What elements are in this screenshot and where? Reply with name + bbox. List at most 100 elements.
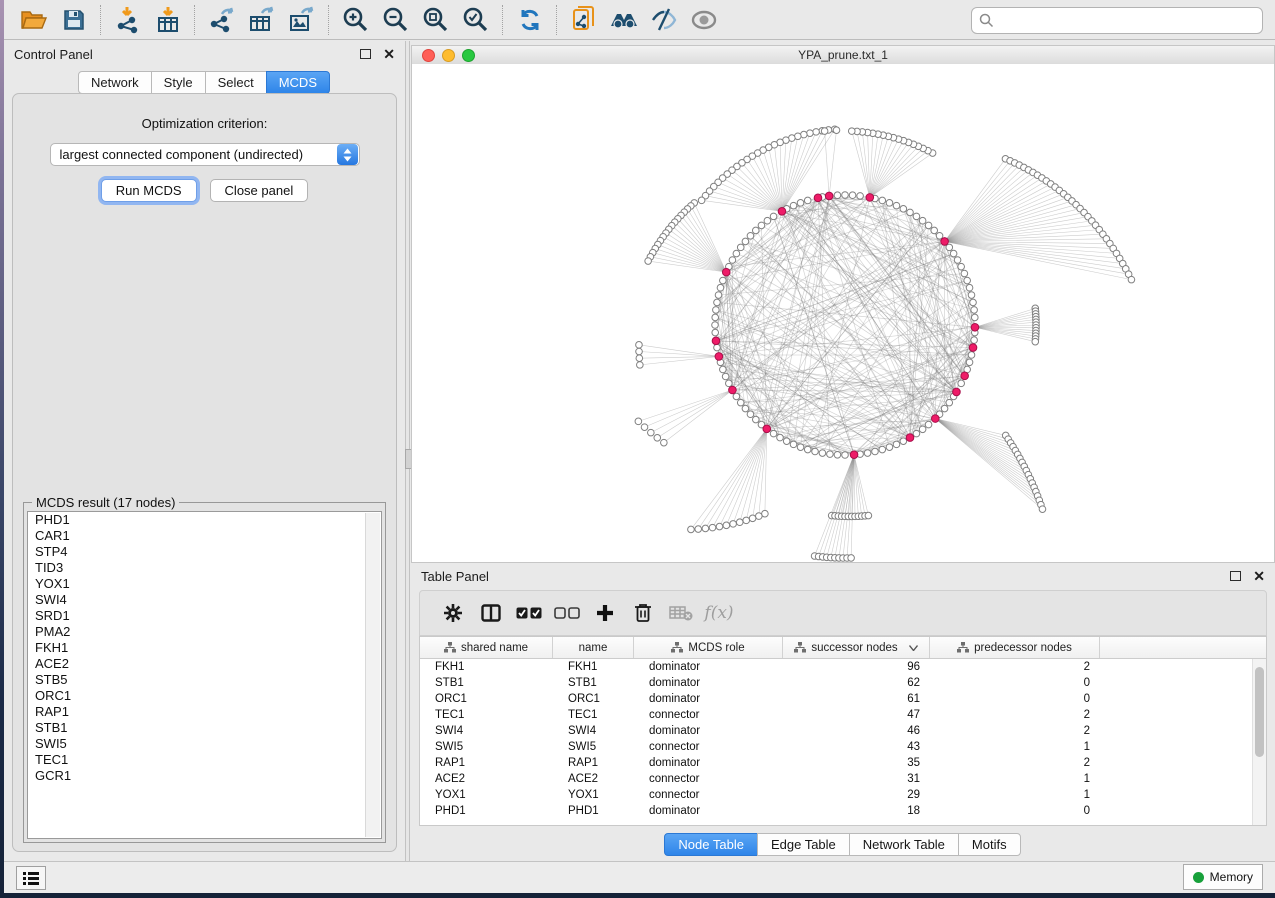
cell-predecessor-nodes: 1 [930, 771, 1100, 787]
table-row[interactable]: YOX1YOX1connector291 [420, 787, 1266, 803]
refresh-icon[interactable] [510, 4, 550, 36]
toolbar-separator [502, 5, 504, 35]
network-window-titlebar[interactable]: YPA_prune.txt_1 [412, 46, 1274, 65]
mcds-result-item[interactable]: TID3 [28, 560, 381, 576]
show-all-icon[interactable] [684, 4, 724, 36]
zoom-out-icon[interactable] [376, 4, 416, 36]
mcds-result-item[interactable]: RAP1 [28, 704, 381, 720]
delete-column-icon[interactable] [624, 598, 662, 628]
column-header-successor-nodes[interactable]: successor nodes [783, 637, 930, 658]
mcds-result-list[interactable]: PHD1CAR1STP4TID3YOX1SWI4SRD1PMA2FKH1ACE2… [27, 511, 382, 839]
mcds-result-item[interactable]: ORC1 [28, 688, 381, 704]
tab-network-table[interactable]: Network Table [849, 833, 959, 856]
tab-select[interactable]: Select [205, 71, 267, 94]
list-icon [23, 872, 39, 885]
table-row[interactable]: PHD1PHD1dominator180 [420, 803, 1266, 819]
cell-shared-name: STB1 [420, 675, 553, 691]
mcds-result-item[interactable]: STP4 [28, 544, 381, 560]
table-row[interactable]: SWI5SWI5connector431 [420, 739, 1266, 755]
column-header-predecessor-nodes[interactable]: predecessor nodes [930, 637, 1100, 658]
table-toolbar: f(x) [419, 590, 1267, 636]
mcds-result-item[interactable]: PMA2 [28, 624, 381, 640]
control-panel-header: Control Panel ✕ [4, 41, 405, 67]
zoom-fit-icon[interactable] [416, 4, 456, 36]
cell-predecessor-nodes: 2 [930, 659, 1100, 675]
panel-divider[interactable] [405, 41, 410, 862]
cell-successor-nodes: 96 [783, 659, 930, 675]
tab-mcds[interactable]: MCDS [266, 71, 330, 94]
save-session-icon[interactable] [54, 4, 94, 36]
export-network-icon[interactable] [202, 4, 242, 36]
mcds-result-item[interactable]: CAR1 [28, 528, 381, 544]
export-image-icon[interactable] [282, 4, 322, 36]
float-window-icon[interactable] [1230, 571, 1241, 581]
mcds-result-item[interactable]: SRD1 [28, 608, 381, 624]
scrollbar-thumb[interactable] [1255, 667, 1264, 757]
zoom-in-icon[interactable] [336, 4, 376, 36]
close-panel-button[interactable]: Close panel [210, 179, 309, 202]
cell-name: SWI5 [553, 739, 634, 755]
zoom-selected-icon[interactable] [456, 4, 496, 36]
import-table-icon[interactable] [148, 4, 188, 36]
column-header-name[interactable]: name [553, 637, 634, 658]
column-label: MCDS role [688, 642, 744, 654]
hide-selected-icon[interactable] [644, 4, 684, 36]
mcds-result-item[interactable]: STB5 [28, 672, 381, 688]
deselect-all-icon[interactable] [548, 598, 586, 628]
add-column-icon[interactable] [586, 598, 624, 628]
column-header-MCDS-role[interactable]: MCDS role [634, 637, 783, 658]
cell-successor-nodes: 47 [783, 707, 930, 723]
float-window-icon[interactable] [360, 49, 371, 59]
tree-icon [957, 642, 969, 653]
table-settings-gear-icon[interactable] [434, 598, 472, 628]
import-network-icon[interactable] [108, 4, 148, 36]
open-file-icon[interactable] [14, 4, 54, 36]
mcds-result-item[interactable]: PHD1 [28, 512, 381, 528]
tree-icon [444, 642, 456, 653]
table-row[interactable]: RAP1RAP1dominator352 [420, 755, 1266, 771]
table-row[interactable]: SWI4SWI4dominator462 [420, 723, 1266, 739]
mcds-result-item[interactable]: YOX1 [28, 576, 381, 592]
function-builder-icon[interactable]: f(x) [700, 598, 738, 628]
close-icon[interactable]: ✕ [1253, 571, 1265, 581]
mcds-result-item[interactable]: STB1 [28, 720, 381, 736]
optimization-criterion-select[interactable]: largest connected component (undirected) [50, 143, 360, 166]
table-row[interactable]: ORC1ORC1dominator610 [420, 691, 1266, 707]
cell-successor-nodes: 35 [783, 755, 930, 771]
mcds-result-item[interactable]: SWI4 [28, 592, 381, 608]
search-field[interactable] [971, 7, 1263, 34]
network-graph[interactable] [412, 64, 1274, 562]
export-to-web-icon[interactable] [564, 4, 604, 36]
first-neighbors-icon[interactable] [604, 4, 644, 36]
table-row[interactable]: ACE2ACE2connector311 [420, 771, 1266, 787]
mcds-result-item[interactable]: TEC1 [28, 752, 381, 768]
table-row[interactable]: STB1STB1dominator620 [420, 675, 1266, 691]
show-columns-icon[interactable] [472, 598, 510, 628]
network-canvas[interactable] [412, 64, 1274, 562]
delete-table-icon[interactable] [662, 598, 700, 628]
tab-motifs[interactable]: Motifs [958, 833, 1021, 856]
table-row[interactable]: TEC1TEC1connector472 [420, 707, 1266, 723]
tab-network[interactable]: Network [78, 71, 152, 94]
mcds-result-item[interactable]: GCR1 [28, 768, 381, 784]
table-scrollbar[interactable] [1252, 659, 1266, 825]
mcds-result-item[interactable]: FKH1 [28, 640, 381, 656]
search-input[interactable] [994, 8, 1262, 33]
export-table-icon[interactable] [242, 4, 282, 36]
mcds-result-item[interactable]: SWI5 [28, 736, 381, 752]
cell-name: PHD1 [553, 803, 634, 819]
select-all-icon[interactable] [510, 598, 548, 628]
tab-style[interactable]: Style [151, 71, 206, 94]
list-scrollbar[interactable] [365, 513, 380, 837]
tab-node-table[interactable]: Node Table [664, 833, 758, 856]
table-row[interactable]: FKH1FKH1dominator962 [420, 659, 1266, 675]
mcds-result-item[interactable]: ACE2 [28, 656, 381, 672]
column-header-shared-name[interactable]: shared name [420, 637, 553, 658]
column-label: successor nodes [811, 642, 897, 654]
task-history-button[interactable] [16, 866, 46, 890]
close-icon[interactable]: ✕ [383, 49, 395, 59]
memory-button[interactable]: Memory [1183, 864, 1263, 890]
run-mcds-button[interactable]: Run MCDS [101, 179, 197, 202]
cell-predecessor-nodes: 0 [930, 675, 1100, 691]
tab-edge-table[interactable]: Edge Table [757, 833, 850, 856]
